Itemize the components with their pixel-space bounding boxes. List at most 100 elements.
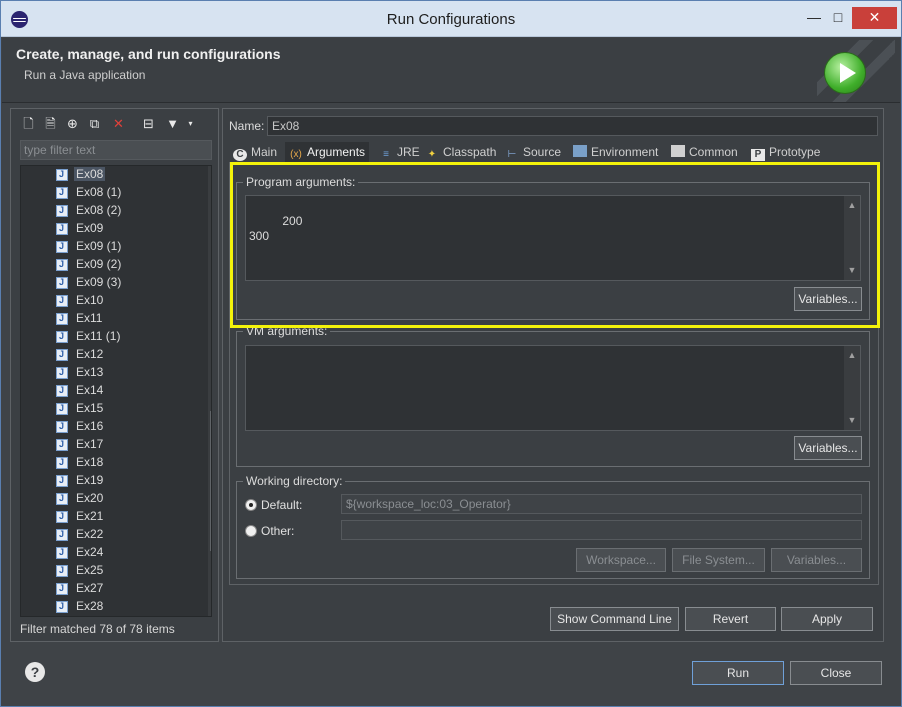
java-app-icon (56, 565, 68, 577)
minimize-button[interactable]: — (801, 7, 827, 29)
list-item[interactable]: Ex21 (56, 508, 196, 526)
run-button[interactable]: Run (692, 661, 784, 685)
workspace-button[interactable]: Workspace... (576, 548, 666, 572)
tab-classpath[interactable]: ✦ Classpath (425, 142, 497, 162)
other-directory-field[interactable] (341, 520, 862, 540)
revert-button[interactable]: Revert (685, 607, 776, 631)
view-menu-chevron-down-icon[interactable]: ▾ (183, 116, 198, 131)
java-app-icon (56, 529, 68, 541)
config-tabs: C Main (x) Arguments ≡ JRE ✦ Classpath ⊢ Sour… (229, 142, 879, 162)
scroll-down-icon[interactable]: ▼ (844, 413, 860, 428)
help-icon[interactable]: ? (25, 662, 45, 682)
scroll-up-icon[interactable]: ▲ (844, 348, 860, 363)
delete-icon[interactable]: ✕ (111, 116, 126, 131)
configurations-panel: 🗋 🗎 ⊕ ⧉ ✕ ⊟ ▼ ▾ type filter text Ex08 Ex… (10, 108, 219, 642)
tab-common[interactable]: Common (671, 142, 738, 162)
arguments-tab-icon: (x) (290, 149, 302, 160)
vm-arguments-input[interactable]: ▲ ▼ (245, 345, 861, 431)
list-item[interactable]: Ex17 (56, 436, 196, 454)
highlight-box (230, 162, 880, 328)
java-app-icon (56, 313, 68, 325)
new-prototype-icon[interactable]: 🗎 (43, 116, 58, 131)
list-item[interactable]: Ex15 (56, 400, 196, 418)
list-item[interactable]: Ex25 (56, 562, 196, 580)
list-item[interactable]: Ex28 (56, 598, 196, 616)
new-configuration-icon[interactable]: 🗋 (21, 116, 36, 131)
duplicate-icon[interactable]: ⧉ (87, 116, 102, 131)
java-app-icon (56, 187, 68, 199)
export-icon[interactable]: ⊕ (65, 116, 80, 131)
environment-tab-icon (573, 145, 587, 157)
java-app-icon (56, 367, 68, 379)
java-app-icon (56, 385, 68, 397)
tab-prototype[interactable]: P Prototype (751, 142, 820, 162)
list-item[interactable]: Ex08 (56, 166, 196, 184)
maximize-button[interactable]: □ (827, 7, 849, 29)
window-title: Run Configurations (386, 11, 516, 28)
java-app-icon (56, 259, 68, 271)
list-item[interactable]: Ex12 (56, 346, 196, 364)
close-button[interactable]: Close (790, 661, 882, 685)
default-radio[interactable] (245, 499, 257, 511)
java-app-icon (56, 295, 68, 307)
configurations-tree: Ex08 Ex08 (1) Ex08 (2) Ex09 Ex09 (1) Ex0… (20, 165, 212, 617)
list-item[interactable]: Ex09 (3) (56, 274, 196, 292)
tab-jre[interactable]: ≡ JRE (379, 142, 420, 162)
list-item[interactable]: Ex14 (56, 382, 196, 400)
other-radio-label: Other: (261, 524, 295, 538)
apply-button[interactable]: Apply (781, 607, 873, 631)
tab-arguments[interactable]: (x) Arguments (285, 142, 370, 162)
vm-variables-button[interactable]: Variables... (794, 436, 862, 460)
list-item[interactable]: Ex18 (56, 454, 196, 472)
list-item[interactable]: Ex16 (56, 418, 196, 436)
main-tab-icon: C (233, 149, 247, 161)
java-app-icon (56, 205, 68, 217)
java-app-icon (56, 439, 68, 451)
name-label: Name: (229, 119, 265, 133)
list-item[interactable]: Ex11 (1) (56, 328, 196, 346)
list-item[interactable]: Ex08 (2) (56, 202, 196, 220)
list-item[interactable]: Ex09 (56, 220, 196, 238)
vm-arguments-group: VM arguments: ▲ ▼ Variables... (236, 324, 870, 467)
java-app-icon (56, 601, 68, 613)
list-item[interactable]: Ex19 (56, 472, 196, 490)
run-configurations-window: Run Configurations — □ ✕ Create, manage,… (0, 0, 902, 707)
file-system-button[interactable]: File System... (672, 548, 765, 572)
scroll-up-icon[interactable]: ▲ (208, 166, 211, 180)
list-item[interactable]: Ex10 (56, 292, 196, 310)
list-item[interactable]: Ex11 (56, 310, 196, 328)
tab-environment[interactable]: Environment (573, 142, 658, 162)
title-bar: Run Configurations — □ ✕ (1, 1, 901, 37)
list-item[interactable]: Ex22 (56, 526, 196, 544)
list-item[interactable]: Ex09 (1) (56, 238, 196, 256)
java-app-icon (56, 511, 68, 523)
vm-arguments-scrollbar[interactable]: ▲ ▼ (844, 346, 860, 430)
list-item[interactable]: Ex24 (56, 544, 196, 562)
name-field[interactable]: Ex08 (267, 116, 878, 136)
filter-icon[interactable]: ▼ (165, 116, 180, 131)
java-app-icon (56, 169, 68, 181)
java-app-icon (56, 547, 68, 559)
scroll-down-icon[interactable]: ▼ (208, 603, 211, 616)
default-radio-label: Default: (261, 498, 303, 512)
java-app-icon (56, 349, 68, 361)
close-window-button[interactable]: ✕ (852, 7, 897, 29)
list-item[interactable]: Ex20 (56, 490, 196, 508)
common-tab-icon (671, 145, 685, 157)
collapse-all-icon[interactable]: ⊟ (141, 116, 156, 131)
directory-variables-button[interactable]: Variables... (771, 548, 862, 572)
list-item[interactable]: Ex08 (1) (56, 184, 196, 202)
tab-main[interactable]: C Main (233, 142, 277, 162)
dialog-title: Create, manage, and run configurations (16, 46, 281, 62)
scrollbar-thumb[interactable] (210, 411, 211, 551)
list-item[interactable]: Ex13 (56, 364, 196, 382)
tab-source[interactable]: ⊢ Source (505, 142, 561, 162)
other-radio[interactable] (245, 525, 257, 537)
tree-scrollbar[interactable]: ▲ ▼ (208, 166, 211, 616)
java-app-icon (56, 475, 68, 487)
list-item[interactable]: Ex09 (2) (56, 256, 196, 274)
list-item[interactable]: Ex27 (56, 580, 196, 598)
filter-input[interactable]: type filter text (20, 140, 212, 160)
java-app-icon (56, 583, 68, 595)
show-command-line-button[interactable]: Show Command Line (550, 607, 679, 631)
